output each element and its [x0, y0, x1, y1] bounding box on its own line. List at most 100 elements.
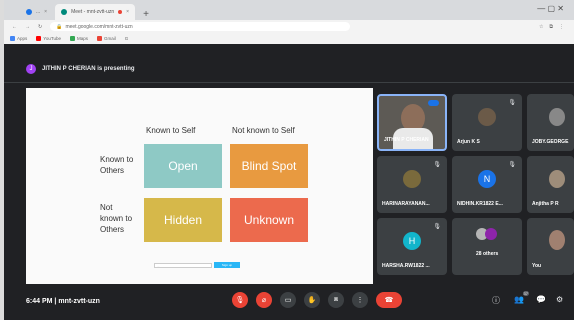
bookmark-maps[interactable]: Maps: [69, 36, 88, 41]
mic-off-icon: 🎙: [508, 100, 516, 106]
participant-count: 37: [522, 291, 529, 296]
reload-icon[interactable]: ↻: [38, 24, 42, 30]
speaking-indicator-icon: [428, 100, 439, 106]
quadrant-blind-spot: Blind Spot: [230, 144, 308, 188]
activities-icon[interactable]: ⚙: [556, 295, 563, 304]
bookmark-label: Maps: [76, 36, 88, 41]
slide-footer: ... Sign up: [154, 262, 240, 268]
bookmark-gmail[interactable]: Gmail: [96, 36, 116, 41]
quadrant-open: Open: [144, 144, 222, 188]
shared-slide: Known to Self Not known to Self Known to…: [26, 88, 373, 284]
participant-tile[interactable]: JOBY.GEORGE: [527, 94, 574, 151]
meeting-info: 6:44 PM | mnt-zvtt-uzn: [26, 298, 100, 305]
row-label-line: Others: [100, 166, 125, 175]
extensions-icon[interactable]: ⧉: [549, 24, 553, 30]
row-label-line: Not: [100, 203, 113, 212]
participant-name: JOBY.GEORGE: [532, 139, 569, 145]
avatar: [403, 170, 421, 188]
participant-name: JITHIN P CHERIAN: [384, 137, 429, 143]
row-not-known-to-others: Not known to Others: [100, 202, 132, 235]
people-icon[interactable]: 👥 37: [514, 291, 529, 304]
participant-tile[interactable]: 🎙 H HARSHA.RW1822 ...: [377, 218, 447, 275]
star-icon[interactable]: ☆: [539, 24, 543, 30]
participant-tile[interactable]: JITHIN P CHERIAN: [377, 94, 447, 151]
presenter-avatar: J: [26, 64, 36, 74]
tab-strip: ... × Meet - mnt-zvtt-uzn × +: [4, 0, 574, 20]
bookmark-label: Apps: [17, 36, 28, 41]
url-text: meet.google.com/mnt-zvtt-uzn: [65, 23, 133, 30]
avatar: [549, 170, 565, 188]
forward-icon[interactable]: →: [25, 24, 30, 30]
participant-name: HARSHA.RW1822 ...: [382, 263, 430, 269]
camera-off-button[interactable]: ⌀: [256, 292, 272, 308]
meet-window: J JITHIN P CHERIAN is presenting Known t…: [4, 44, 574, 320]
participant-name: Arjun K S: [457, 139, 480, 145]
tab-meet[interactable]: Meet - mnt-zvtt-uzn ×: [55, 4, 136, 20]
bookmark-google[interactable]: G: [125, 36, 129, 41]
quadrant-unknown: Unknown: [230, 198, 308, 242]
avatar: [549, 230, 565, 250]
bookmark-apps[interactable]: Apps: [10, 36, 27, 41]
maps-icon: [69, 36, 75, 41]
tab-background[interactable]: ... ×: [20, 4, 53, 20]
avatar: [478, 108, 496, 126]
clock-time: 6:44 PM: [26, 298, 53, 305]
tab-close-icon[interactable]: ×: [44, 9, 47, 15]
bookmark-label: Gmail: [103, 36, 116, 41]
meeting-separator: |: [54, 298, 57, 305]
more-options-button[interactable]: ⋮: [352, 292, 368, 308]
quadrant-hidden: Hidden: [144, 198, 222, 242]
participant-tile[interactable]: You: [527, 218, 574, 275]
presenting-text: JITHIN P CHERIAN is presenting: [42, 66, 135, 72]
meet-favicon-icon: [61, 9, 68, 15]
gmail-icon: [96, 36, 102, 41]
url-field[interactable]: 🔒 meet.google.com/mnt-zvtt-uzn: [50, 22, 351, 31]
mic-off-button[interactable]: 🎙: [232, 292, 248, 308]
presenting-banner: J JITHIN P CHERIAN is presenting: [26, 62, 135, 76]
menu-icon[interactable]: ⋮: [559, 24, 564, 30]
avatar: N: [478, 170, 496, 188]
captions-button[interactable]: ▭: [280, 292, 296, 308]
address-bar-row: ← → ↻ 🔒 meet.google.com/mnt-zvtt-uzn ☆ ⧉…: [4, 20, 574, 33]
bookmarks-bar: Apps YouTube Maps Gmail G: [4, 33, 574, 44]
window-controls-icon[interactable]: — ▢ ✕: [537, 4, 564, 13]
recording-dot-icon: [118, 10, 123, 14]
row-label-line: Known to: [100, 155, 134, 164]
back-icon[interactable]: ←: [12, 24, 17, 30]
slide-footer-button: Sign up: [214, 262, 240, 268]
avatar: [485, 228, 497, 240]
bookmark-youtube[interactable]: YouTube: [36, 36, 61, 41]
participant-tile[interactable]: 🎙 Arjun K S: [452, 94, 522, 151]
participant-tile[interactable]: 🎙 N NIDHIN.KR1822 E...: [452, 156, 522, 213]
info-icon[interactable]: ⓘ: [492, 295, 500, 306]
participant-name: HARINARAYANAN...: [382, 201, 430, 207]
slide-footer-field: ...: [154, 262, 212, 268]
tab-close-icon[interactable]: ×: [126, 9, 129, 15]
end-call-button[interactable]: ☎: [376, 292, 402, 308]
mic-off-icon: 🎙: [433, 224, 441, 230]
youtube-icon: [36, 36, 42, 41]
meeting-code: mnt-zvtt-uzn: [58, 298, 100, 305]
present-button[interactable]: ⧈: [328, 292, 344, 308]
column-not-known-to-self: Not known to Self: [232, 126, 295, 135]
avatar: [549, 108, 565, 126]
participant-name: NIDHIN.KR1822 E...: [457, 201, 503, 207]
tab-meet-label: Meet - mnt-zvtt-uzn: [71, 9, 115, 15]
row-label-line: Others: [100, 225, 125, 234]
mic-off-icon: 🎙: [508, 162, 516, 168]
divider: [4, 82, 574, 83]
chat-icon[interactable]: 💬: [536, 295, 546, 304]
participant-tile[interactable]: Anjitha P R: [527, 156, 574, 213]
row-known-to-others: Known to Others: [100, 154, 133, 176]
tab-background-label: ...: [36, 9, 41, 15]
mic-off-icon: 🎙: [433, 162, 441, 168]
avatar: H: [403, 232, 421, 250]
row-label-line: known to: [100, 214, 133, 223]
new-tab-icon[interactable]: +: [143, 9, 149, 20]
participant-tile[interactable]: 🎙 HARINARAYANAN...: [377, 156, 447, 213]
tab-favicon-icon: [26, 9, 32, 15]
bookmark-label: G: [124, 36, 129, 41]
bookmark-label: YouTube: [43, 36, 61, 41]
raise-hand-button[interactable]: ✋: [304, 292, 320, 308]
participant-tile[interactable]: 28 others: [452, 218, 522, 275]
